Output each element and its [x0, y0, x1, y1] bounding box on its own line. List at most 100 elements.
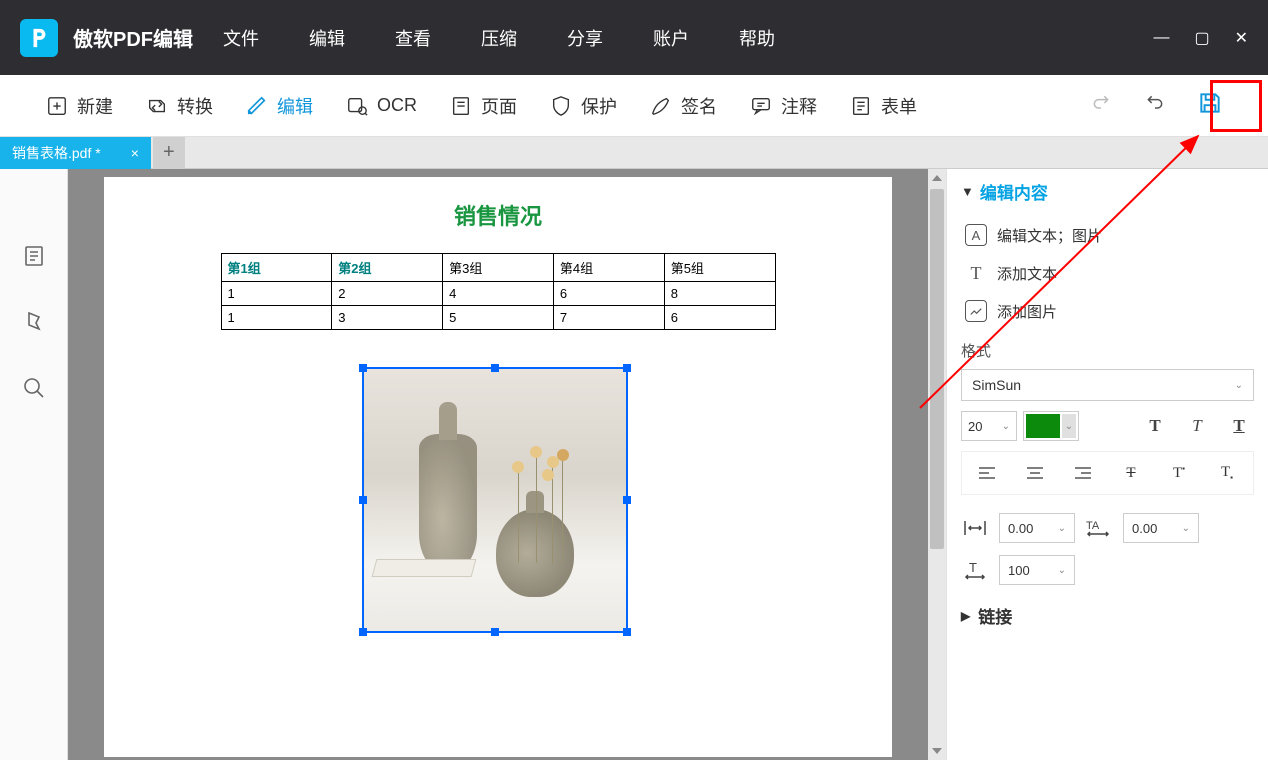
plus-square-icon [45, 94, 69, 118]
sign-button[interactable]: 签名 [649, 93, 717, 119]
protect-button[interactable]: 保护 [549, 93, 617, 119]
panel-section-edit[interactable]: ▼ 编辑内容 [961, 179, 1254, 204]
svg-text:TA: TA [1086, 520, 1100, 532]
word-spacing-icon: TA [1085, 516, 1113, 540]
resize-handle[interactable] [359, 628, 367, 636]
resize-handle[interactable] [359, 496, 367, 504]
bold-button[interactable]: T [1140, 411, 1170, 441]
resize-handle[interactable] [623, 496, 631, 504]
align-left-button[interactable] [968, 458, 1006, 488]
font-color-picker[interactable]: ⌄ [1023, 411, 1079, 441]
toolbar: 新建 转换 编辑 OCR 页面 保护 签名 注释 表单 [0, 75, 1268, 137]
redo-icon[interactable] [1089, 93, 1113, 118]
panel-section-link[interactable]: ▶ 链接 [961, 603, 1254, 628]
pen-icon [649, 94, 673, 118]
letter-spacing-input[interactable]: 0.00⌄ [999, 513, 1075, 543]
scale-input[interactable]: 100⌄ [999, 555, 1075, 585]
resize-handle[interactable] [491, 364, 499, 372]
menu-view[interactable]: 查看 [395, 25, 431, 51]
word-spacing-input[interactable]: 0.00⌄ [1123, 513, 1199, 543]
chevron-down-icon: ⌄ [1235, 380, 1243, 391]
table-header: 第4组 [553, 254, 664, 282]
text-a-icon: A [965, 224, 987, 246]
close-icon[interactable]: ✕ [1235, 28, 1248, 48]
menu-file[interactable]: 文件 [223, 25, 259, 51]
vertical-scrollbar[interactable] [928, 169, 946, 760]
svg-text:T: T [969, 560, 977, 575]
tab-label: 销售表格.pdf * [12, 143, 101, 163]
form-button[interactable]: 表单 [849, 93, 917, 119]
table-row: 1 2 4 6 8 [221, 282, 775, 306]
main-area: 销售情况 第1组 第2组 第3组 第4组 第5组 1 2 4 6 8 1 [0, 169, 1268, 760]
minimize-icon[interactable]: — [1153, 29, 1169, 47]
undo-icon[interactable] [1143, 93, 1167, 118]
page-button[interactable]: 页面 [449, 93, 517, 119]
maximize-icon[interactable]: ▢ [1194, 28, 1209, 48]
shield-icon [549, 94, 573, 118]
convert-icon [145, 94, 169, 118]
subscript-button[interactable]: T▪ [1208, 458, 1246, 488]
table-header: 第5组 [664, 254, 775, 282]
page-icon [449, 94, 473, 118]
table-header: 第2组 [332, 254, 443, 282]
search-icon[interactable] [22, 376, 46, 400]
app-logo [20, 19, 58, 57]
font-size-input[interactable]: 20⌄ [961, 411, 1017, 441]
window-controls: — ▢ ✕ [1153, 28, 1248, 48]
menu-account[interactable]: 账户 [653, 25, 689, 51]
resize-handle[interactable] [359, 364, 367, 372]
left-sidebar [0, 169, 68, 760]
underline-button[interactable]: T [1224, 411, 1254, 441]
table-header: 第1组 [221, 254, 332, 282]
menu-compress[interactable]: 压缩 [481, 25, 517, 51]
embedded-image[interactable] [364, 369, 626, 631]
scrollbar-thumb[interactable] [930, 189, 944, 549]
align-center-button[interactable] [1016, 458, 1054, 488]
document-tab[interactable]: 销售表格.pdf * × [0, 137, 151, 169]
tab-close-icon[interactable]: × [131, 145, 139, 161]
tabbar: 销售表格.pdf * × + [0, 137, 1268, 169]
menu-help[interactable]: 帮助 [739, 25, 775, 51]
resize-handle[interactable] [623, 628, 631, 636]
image-selection[interactable] [362, 367, 628, 633]
edit-text-image-button[interactable]: A 编辑文本；图片 [961, 216, 1254, 254]
new-button[interactable]: 新建 [45, 93, 113, 119]
table-header: 第3组 [443, 254, 554, 282]
strikethrough-button[interactable]: T [1112, 458, 1150, 488]
menu-share[interactable]: 分享 [567, 25, 603, 51]
app-title: 傲软PDF编辑 [73, 23, 193, 52]
text-t-icon: T [965, 262, 987, 284]
add-text-button[interactable]: T 添加文本 [961, 254, 1254, 292]
ocr-button[interactable]: OCR [345, 94, 417, 118]
font-select[interactable]: SimSun ⌄ [961, 369, 1254, 401]
thumbnails-icon[interactable] [22, 244, 46, 268]
canvas-area[interactable]: 销售情况 第1组 第2组 第3组 第4组 第5组 1 2 4 6 8 1 [68, 169, 946, 760]
alignment-row: T T▪ T▪ [961, 451, 1254, 495]
resize-handle[interactable] [491, 628, 499, 636]
resize-handle[interactable] [623, 364, 631, 372]
caret-down-icon: ▼ [961, 184, 974, 199]
main-menu: 文件 编辑 查看 压缩 分享 账户 帮助 [223, 25, 775, 51]
align-right-button[interactable] [1064, 458, 1102, 488]
scale-icon: T [961, 558, 989, 582]
document-title: 销售情况 [104, 177, 892, 231]
menu-edit[interactable]: 编辑 [309, 25, 345, 51]
edit-button[interactable]: 编辑 [245, 93, 313, 119]
tab-add-button[interactable]: + [153, 137, 185, 169]
caret-right-icon: ▶ [961, 609, 970, 623]
ocr-icon [345, 94, 369, 118]
annotation-highlight [1210, 80, 1262, 132]
add-image-button[interactable]: 添加图片 [961, 292, 1254, 330]
sales-table: 第1组 第2组 第3组 第4组 第5组 1 2 4 6 8 1 3 5 [221, 253, 776, 330]
italic-button[interactable]: T [1182, 411, 1212, 441]
bookmarks-icon[interactable] [22, 310, 46, 334]
convert-button[interactable]: 转换 [145, 93, 213, 119]
pdf-page[interactable]: 销售情况 第1组 第2组 第3组 第4组 第5组 1 2 4 6 8 1 [104, 177, 892, 757]
format-label: 格式 [961, 340, 1254, 361]
superscript-button[interactable]: T▪ [1160, 458, 1198, 488]
image-icon [965, 300, 987, 322]
comment-button[interactable]: 注释 [749, 93, 817, 119]
titlebar: 傲软PDF编辑 文件 编辑 查看 压缩 分享 账户 帮助 — ▢ ✕ [0, 0, 1268, 75]
pencil-icon [245, 94, 269, 118]
table-row: 1 3 5 7 6 [221, 306, 775, 330]
